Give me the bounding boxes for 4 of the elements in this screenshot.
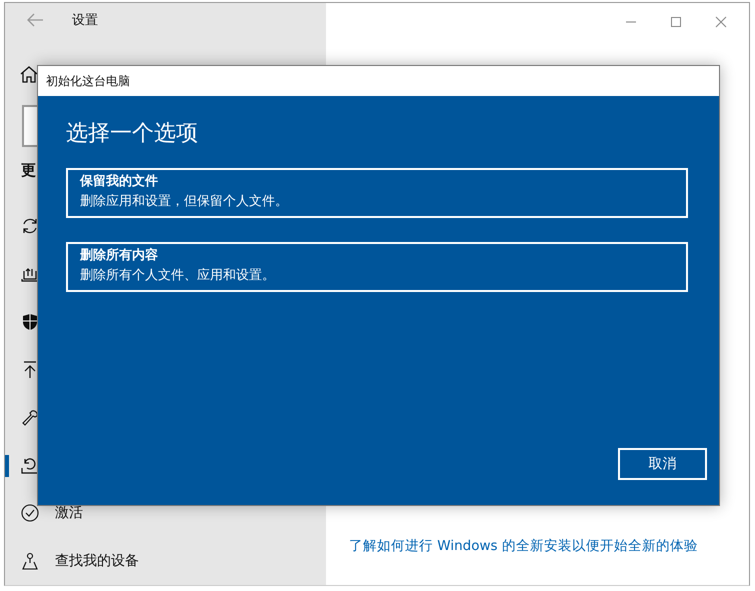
sidebar-heading: 更 (21, 160, 36, 179)
window-title: 设置 (72, 12, 98, 29)
dialog-title: 初始化这台电脑 (46, 72, 130, 90)
dialog-heading: 选择一个选项 (66, 120, 199, 148)
